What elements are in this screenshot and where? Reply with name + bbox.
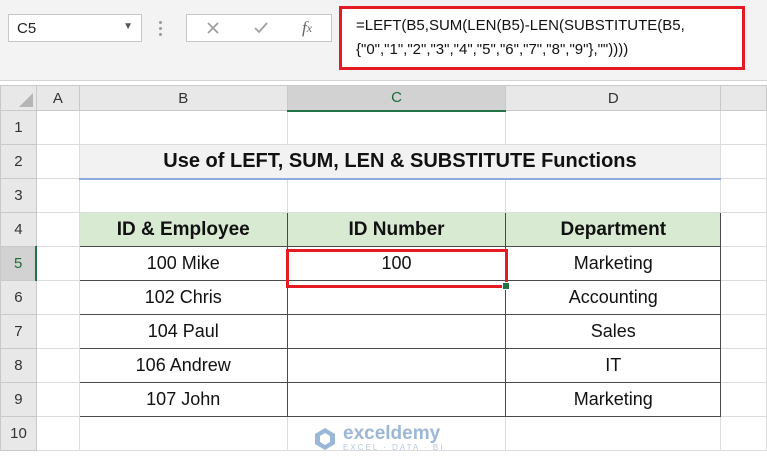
cell[interactable] (720, 178, 767, 213)
cell[interactable] (720, 110, 767, 145)
row-header-3[interactable]: 3 (0, 178, 37, 213)
cell[interactable] (35, 212, 80, 247)
cell[interactable] (720, 144, 767, 179)
table-cell[interactable]: Accounting (505, 280, 722, 315)
cell[interactable] (720, 348, 767, 383)
active-cell-highlight (286, 249, 510, 290)
table-cell[interactable]: IT (505, 348, 722, 383)
cell[interactable] (35, 246, 80, 281)
table-cell[interactable] (286, 382, 507, 417)
formula-bar: C5 ▼ fx =LEFT(B5,SUM(LEN(B5)-LEN(SUBSTIT… (0, 0, 767, 81)
cell[interactable] (35, 382, 80, 417)
table-cell[interactable]: Sales (505, 314, 722, 349)
check-icon[interactable] (241, 15, 281, 41)
row-header-7[interactable]: 7 (0, 314, 37, 349)
cell[interactable] (505, 178, 722, 213)
cell[interactable] (720, 212, 767, 247)
fx-icon[interactable]: fx (287, 15, 327, 41)
row-header-6[interactable]: 6 (0, 280, 37, 315)
fill-handle[interactable] (502, 282, 510, 290)
table-cell[interactable]: 102 Chris (78, 280, 288, 315)
cell[interactable] (720, 416, 767, 451)
table-cell[interactable] (286, 314, 507, 349)
column-header-c[interactable]: C (286, 85, 507, 112)
table-cell[interactable]: 106 Andrew (78, 348, 288, 383)
row-header-10[interactable]: 10 (0, 416, 37, 451)
row-header-5[interactable]: 5 (0, 246, 38, 281)
cell[interactable] (720, 314, 767, 349)
formula-buttons: fx (186, 14, 332, 42)
row-header-8[interactable]: 8 (0, 348, 37, 383)
table-cell[interactable] (286, 348, 507, 383)
cell[interactable] (35, 416, 80, 451)
table-header-id-employee[interactable]: ID & Employee (78, 212, 288, 247)
watermark-tagline: EXCEL · DATA · BI (343, 443, 445, 452)
row-header-1[interactable]: 1 (0, 110, 37, 145)
table-cell[interactable]: Marketing (505, 246, 722, 281)
cell[interactable] (35, 280, 80, 315)
table-header-department[interactable]: Department (505, 212, 722, 247)
table-header-id-number[interactable]: ID Number (286, 212, 507, 247)
cell[interactable] (505, 110, 722, 145)
watermark: exceldemy EXCEL · DATA · BI (312, 423, 445, 452)
row-header-9[interactable]: 9 (0, 382, 37, 417)
row-header-4[interactable]: 4 (0, 212, 37, 247)
cell[interactable] (35, 314, 80, 349)
table-cell[interactable]: 104 Paul (78, 314, 288, 349)
column-header-e[interactable] (720, 85, 767, 111)
watermark-name: exceldemy (343, 423, 441, 444)
sheet-title[interactable]: Use of LEFT, SUM, LEN & SUBSTITUTE Funct… (78, 144, 722, 180)
cell[interactable] (505, 416, 722, 451)
formula-line-1: =LEFT(B5,SUM(LEN(B5)-LEN(SUBSTITUTE(B5, (356, 17, 685, 34)
table-cell[interactable]: 100 Mike (78, 246, 288, 281)
cell[interactable] (286, 110, 507, 145)
exceldemy-logo-icon (315, 427, 335, 450)
cell[interactable] (78, 416, 288, 451)
cell[interactable] (720, 246, 767, 281)
chevron-down-icon[interactable]: ▼ (123, 21, 133, 32)
cell[interactable] (35, 178, 80, 213)
cell[interactable] (35, 144, 80, 179)
formula-input[interactable]: =LEFT(B5,SUM(LEN(B5)-LEN(SUBSTITUTE(B5, … (339, 6, 745, 70)
table-cell[interactable]: Marketing (505, 382, 722, 417)
cell[interactable] (35, 348, 80, 383)
cell[interactable] (35, 110, 80, 145)
table-cell[interactable]: 107 John (78, 382, 288, 417)
cell[interactable] (286, 178, 507, 213)
column-header-d[interactable]: D (505, 85, 722, 111)
column-header-a[interactable]: A (35, 85, 80, 111)
cell[interactable] (78, 178, 288, 213)
name-box-value: C5 (17, 20, 37, 37)
row-header-2[interactable]: 2 (0, 144, 37, 179)
cell[interactable] (720, 280, 767, 315)
name-box[interactable]: C5 ▼ (8, 14, 142, 42)
formula-line-2: {"0","1","2","3","4","5","6","7","8","9"… (356, 41, 629, 58)
column-header-b[interactable]: B (78, 85, 288, 111)
formula-bar-resize-handle[interactable] (154, 14, 168, 42)
cell[interactable] (720, 382, 767, 417)
cancel-icon[interactable] (193, 15, 233, 41)
select-all-corner[interactable] (0, 85, 37, 111)
cell[interactable] (78, 110, 288, 145)
